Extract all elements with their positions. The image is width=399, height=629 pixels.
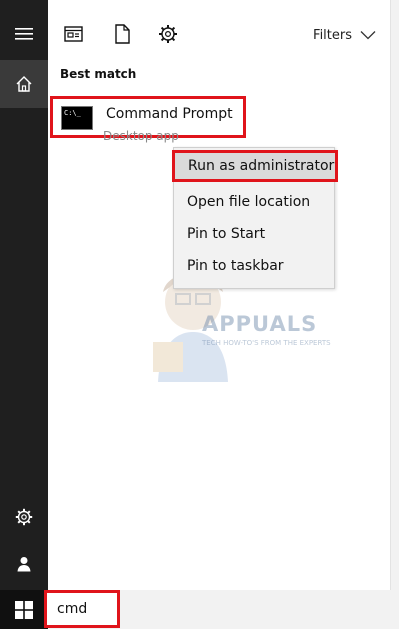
menu-item-pin-to-taskbar[interactable]: Pin to taskbar	[174, 250, 334, 282]
apps-icon[interactable]	[62, 22, 86, 46]
windows-logo-icon	[15, 600, 33, 619]
hamburger-menu-button[interactable]	[0, 10, 48, 58]
account-button[interactable]	[0, 540, 48, 588]
home-button[interactable]	[0, 60, 48, 108]
best-match-heading: Best match	[60, 67, 137, 81]
user-icon	[17, 557, 31, 572]
settings-icon[interactable]	[156, 22, 180, 46]
search-input[interactable]: cmd	[44, 590, 120, 628]
watermark-brand: APPUALS	[202, 312, 318, 336]
search-toolbar: Filters	[48, 0, 390, 58]
search-results-pane: Filters Best match C:\_ Command Prompt D…	[48, 0, 390, 590]
documents-icon[interactable]	[110, 22, 134, 46]
search-bar: cmd	[44, 590, 399, 629]
start-button[interactable]	[0, 590, 48, 629]
context-menu: Run as administrator Open file location …	[172, 147, 338, 289]
settings-button[interactable]	[0, 493, 48, 541]
scrollbar-track[interactable]	[390, 0, 399, 629]
command-prompt-icon: C:\_	[61, 106, 93, 130]
result-subtitle: Desktop app	[103, 129, 179, 143]
menu-item-run-as-administrator[interactable]: Run as administrator	[172, 150, 338, 182]
filters-label: Filters	[313, 27, 352, 43]
menu-item-open-file-location[interactable]: Open file location	[174, 186, 334, 218]
menu-item-pin-to-start[interactable]: Pin to Start	[174, 218, 334, 250]
hamburger-icon	[15, 28, 33, 40]
filters-dropdown[interactable]: Filters	[313, 25, 376, 45]
taskbar-rail	[0, 0, 48, 629]
chevron-down-icon	[360, 31, 376, 40]
gear-icon	[15, 508, 33, 526]
watermark-tagline: TECH HOW-TO'S FROM THE EXPERTS	[202, 339, 331, 347]
home-icon	[16, 76, 32, 92]
result-title: Command Prompt	[106, 106, 233, 122]
